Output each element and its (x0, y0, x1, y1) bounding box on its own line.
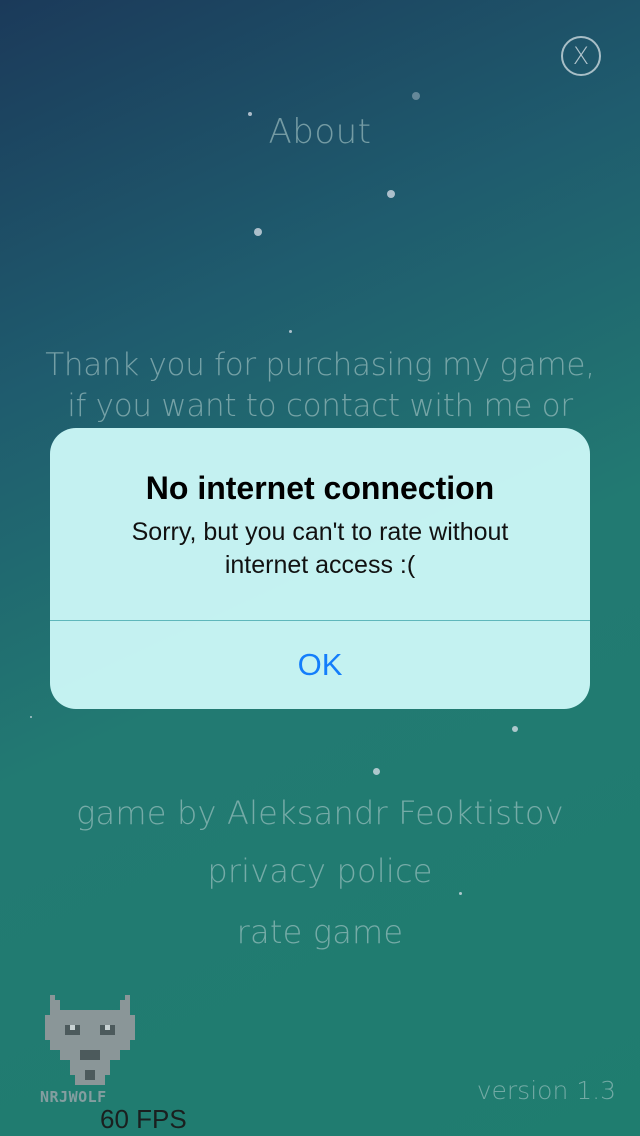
alert-title: No internet connection (145, 470, 495, 506)
alert-message: Sorry, but you can't to rate without int… (131, 518, 509, 579)
ok-button[interactable]: OK (50, 621, 590, 709)
